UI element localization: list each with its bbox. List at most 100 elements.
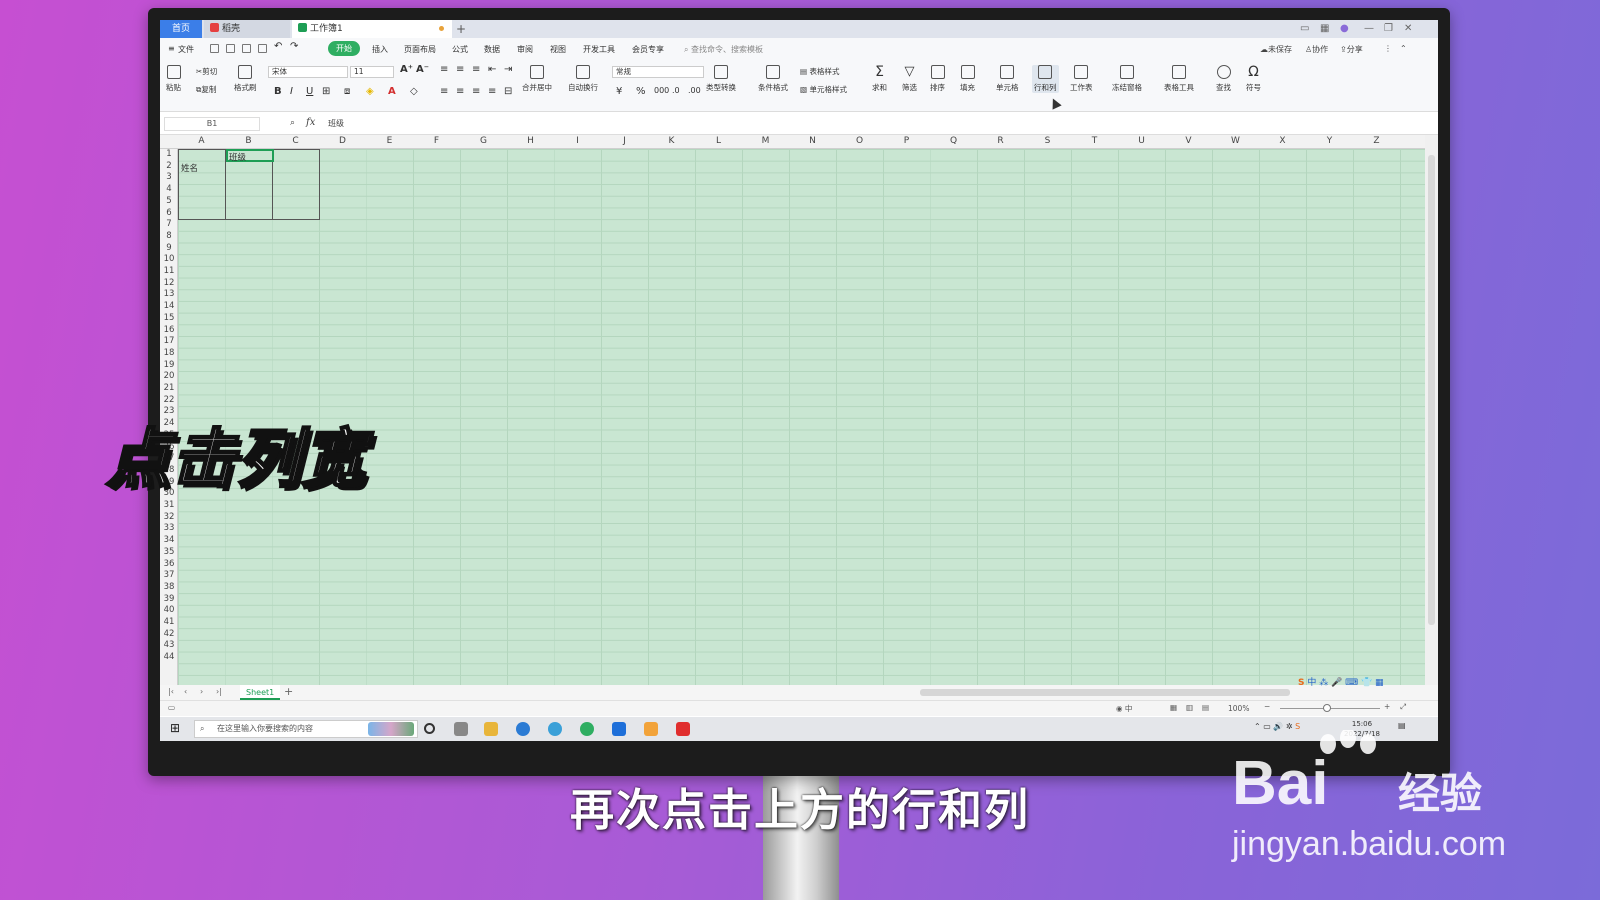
column-header-w[interactable]: W bbox=[1212, 136, 1259, 146]
add-sheet-button[interactable]: + bbox=[284, 685, 293, 698]
menu-file[interactable]: 文件 bbox=[178, 44, 194, 55]
row-header-19[interactable]: 19 bbox=[160, 360, 178, 372]
row-header-12[interactable]: 12 bbox=[160, 278, 178, 290]
column-header-r[interactable]: R bbox=[977, 136, 1024, 146]
folder-icon[interactable] bbox=[644, 722, 658, 736]
file-explorer-icon[interactable] bbox=[484, 722, 498, 736]
currency-icon[interactable]: ¥ bbox=[616, 86, 622, 97]
symbol-button[interactable]: Ω 符号 bbox=[1246, 65, 1261, 93]
row-header-21[interactable]: 21 bbox=[160, 383, 178, 395]
new-tab-button[interactable]: + bbox=[456, 20, 466, 38]
wps-icon[interactable] bbox=[676, 722, 690, 736]
menu-data[interactable]: 数据 bbox=[484, 44, 500, 55]
type-convert-button[interactable]: 类型转换 bbox=[706, 65, 736, 93]
row-header-17[interactable]: 17 bbox=[160, 336, 178, 348]
highlight-icon[interactable]: ◈ bbox=[366, 86, 374, 97]
print-icon[interactable] bbox=[242, 44, 251, 53]
page-break-view-icon[interactable]: ▤ bbox=[1202, 703, 1209, 712]
zoom-slider-knob[interactable] bbox=[1323, 704, 1331, 712]
zoom-out-icon[interactable]: − bbox=[1264, 702, 1270, 711]
export-icon[interactable] bbox=[226, 44, 235, 53]
column-header-m[interactable]: M bbox=[742, 136, 789, 146]
share-button[interactable]: ⇪分享 bbox=[1340, 44, 1363, 55]
row-header-9[interactable]: 9 bbox=[160, 243, 178, 255]
row-header-7[interactable]: 7 bbox=[160, 219, 178, 231]
cell-style-button[interactable]: ▧ 单元格样式 bbox=[800, 84, 847, 95]
font-name-select[interactable]: 宋体 bbox=[268, 66, 348, 78]
row-header-22[interactable]: 22 bbox=[160, 395, 178, 407]
align-center-icon[interactable]: ≡ bbox=[456, 86, 464, 97]
conditional-format-button[interactable]: 条件格式 bbox=[758, 65, 788, 93]
menu-page-layout[interactable]: 页面布局 bbox=[404, 44, 436, 55]
row-header-8[interactable]: 8 bbox=[160, 231, 178, 243]
first-sheet-icon[interactable]: |‹ bbox=[168, 687, 174, 696]
undo-icon[interactable]: ↶ bbox=[274, 41, 282, 52]
font-size-select[interactable]: 11 bbox=[350, 66, 394, 78]
column-header-s[interactable]: S bbox=[1024, 136, 1071, 146]
eraser-icon[interactable]: ◇ bbox=[410, 86, 418, 97]
tray-icons[interactable]: ⌃ ▭ 🔊 ✲ S bbox=[1254, 722, 1300, 731]
row-header-2[interactable]: 2 bbox=[160, 161, 178, 173]
font-color-icon[interactable]: A bbox=[388, 86, 396, 97]
row-header-34[interactable]: 34 bbox=[160, 535, 178, 547]
column-header-f[interactable]: F bbox=[413, 136, 460, 146]
align-right-icon[interactable]: ≡ bbox=[472, 86, 480, 97]
align-middle-icon[interactable]: ≡ bbox=[456, 64, 464, 75]
row-header-41[interactable]: 41 bbox=[160, 617, 178, 629]
row-header-33[interactable]: 33 bbox=[160, 523, 178, 535]
column-header-n[interactable]: N bbox=[789, 136, 836, 146]
row-header-15[interactable]: 15 bbox=[160, 313, 178, 325]
find-button[interactable]: 查找 bbox=[1216, 65, 1231, 93]
row-header-40[interactable]: 40 bbox=[160, 605, 178, 617]
last-sheet-icon[interactable]: ›| bbox=[216, 687, 222, 696]
cut-button[interactable]: ✂剪切 bbox=[196, 66, 217, 77]
sheet-tab-sheet1[interactable]: Sheet1 bbox=[240, 685, 281, 700]
column-header-j[interactable]: J bbox=[601, 136, 648, 146]
prev-sheet-icon[interactable]: ‹ bbox=[184, 687, 187, 696]
column-header-i[interactable]: I bbox=[554, 136, 601, 146]
column-header-t[interactable]: T bbox=[1071, 136, 1118, 146]
tab-home[interactable]: 首页 bbox=[160, 20, 202, 38]
column-header-y[interactable]: Y bbox=[1306, 136, 1353, 146]
column-header-g[interactable]: G bbox=[460, 136, 507, 146]
tab-docer[interactable]: 稻壳 bbox=[204, 20, 290, 38]
cell-button[interactable]: 单元格 bbox=[996, 65, 1019, 93]
menu-review[interactable]: 审阅 bbox=[517, 44, 533, 55]
row-header-38[interactable]: 38 bbox=[160, 582, 178, 594]
notification-icon[interactable]: ▤ bbox=[1398, 721, 1406, 730]
freeze-button[interactable]: 冻结窗格 bbox=[1112, 65, 1142, 93]
row-header-42[interactable]: 42 bbox=[160, 629, 178, 641]
row-header-35[interactable]: 35 bbox=[160, 547, 178, 559]
copy-button[interactable]: ⧉复制 bbox=[196, 84, 216, 95]
column-header-v[interactable]: V bbox=[1165, 136, 1212, 146]
cell-a2[interactable]: 姓名 bbox=[181, 162, 198, 174]
decrease-decimal-icon[interactable]: .00 bbox=[688, 86, 701, 95]
row-header-44[interactable]: 44 bbox=[160, 652, 178, 664]
column-header-o[interactable]: O bbox=[836, 136, 883, 146]
row-header-37[interactable]: 37 bbox=[160, 570, 178, 582]
table-tools-button[interactable]: 表格工具 bbox=[1164, 65, 1194, 93]
save-icon[interactable] bbox=[210, 44, 219, 53]
worksheet-button[interactable]: 工作表 bbox=[1070, 65, 1093, 93]
format-painter-button[interactable]: 格式刷 bbox=[234, 65, 257, 93]
formula-input[interactable]: 班级 bbox=[328, 118, 344, 129]
row-header-6[interactable]: 6 bbox=[160, 208, 178, 220]
row-header-31[interactable]: 31 bbox=[160, 500, 178, 512]
browser-icon[interactable] bbox=[516, 722, 530, 736]
row-header-39[interactable]: 39 bbox=[160, 594, 178, 606]
column-header-a[interactable]: A bbox=[178, 136, 225, 146]
cell-b1[interactable]: 班级 bbox=[229, 151, 246, 163]
unsaved-button[interactable]: ☁未保存 bbox=[1260, 44, 1292, 55]
thousands-icon[interactable]: 000 bbox=[654, 86, 669, 95]
apps-icon[interactable]: ▦ bbox=[1320, 20, 1329, 38]
column-header-e[interactable]: E bbox=[366, 136, 413, 146]
row-header-10[interactable]: 10 bbox=[160, 254, 178, 266]
zoom-formula-icon[interactable]: ⌕ bbox=[290, 118, 295, 128]
distribute-icon[interactable]: ⊟ bbox=[504, 86, 512, 97]
minimize-icon[interactable]: — bbox=[1364, 20, 1374, 38]
more-icon[interactable]: ⋮ bbox=[1384, 44, 1392, 53]
column-header-p[interactable]: P bbox=[883, 136, 930, 146]
column-header-k[interactable]: K bbox=[648, 136, 695, 146]
column-header-c[interactable]: C bbox=[272, 136, 319, 146]
filter-button[interactable]: ▽ 筛选 bbox=[902, 65, 917, 93]
